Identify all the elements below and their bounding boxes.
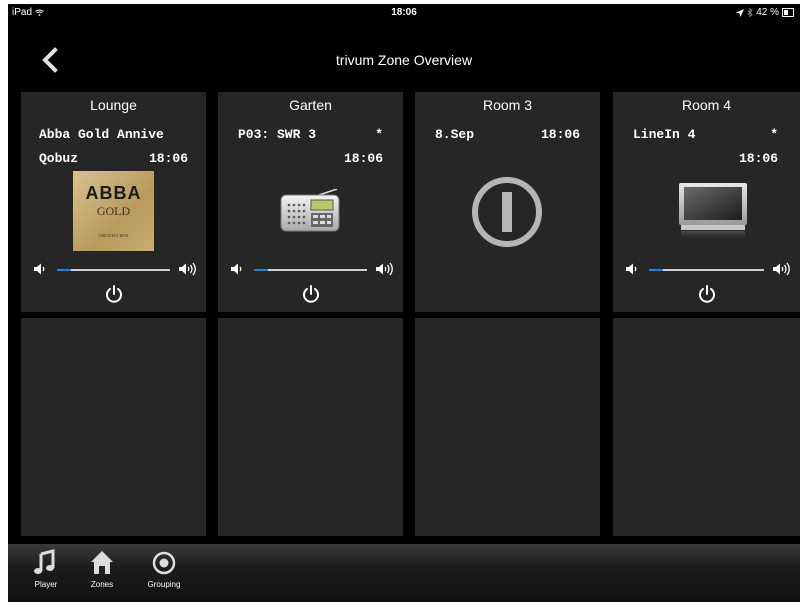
volume-row — [218, 260, 403, 280]
ipad-screen: iPad 18:06 42 % trivum Zone Overview Lou… — [8, 4, 800, 602]
empty-zone-tile[interactable] — [21, 318, 206, 536]
empty-zone-tile[interactable] — [415, 318, 600, 536]
target-icon — [152, 551, 176, 575]
zone-line1-left: Abba Gold Annive — [39, 127, 164, 142]
volume-up-icon[interactable] — [375, 262, 397, 276]
page-title: trivum Zone Overview — [335, 52, 473, 68]
status-time: 18:06 — [391, 7, 417, 18]
power-button[interactable] — [697, 284, 717, 304]
tv-icon — [679, 183, 747, 241]
zone-line2-left: Qobuz — [39, 151, 79, 166]
zone-line1-left: P03: SWR 3 — [238, 127, 317, 142]
volume-down-icon[interactable] — [625, 262, 639, 276]
volume-slider[interactable] — [57, 269, 170, 271]
tab-label: Player — [34, 580, 58, 589]
volume-row — [613, 260, 800, 280]
volume-level — [649, 269, 663, 271]
power-button[interactable] — [104, 284, 124, 304]
music-note-icon — [34, 549, 55, 574]
album-subtitle-text: GOLD — [96, 204, 131, 218]
zone-name: Garten — [289, 97, 332, 113]
tab-zones[interactable]: Zones — [80, 544, 124, 602]
zone-name: Room 3 — [482, 97, 533, 113]
volume-slider[interactable] — [649, 269, 764, 271]
zone-tile-garten[interactable]: Garten P03: SWR 3 * 18:06 — [218, 92, 403, 312]
nav-bar: trivum Zone Overview — [8, 24, 800, 94]
album-small-text: GREATEST HITS — [98, 233, 129, 238]
bluetooth-icon — [747, 8, 753, 17]
zone-tile-room-4[interactable]: Room 4 LineIn 4 * 18:06 — [613, 92, 800, 312]
zone-line1-right: * — [375, 127, 383, 142]
house-icon — [91, 551, 113, 574]
zone-line1-right: 18:06 — [540, 127, 580, 142]
empty-zone-tile[interactable] — [613, 318, 800, 536]
tab-label: Grouping — [147, 580, 181, 589]
volume-up-icon[interactable] — [772, 262, 794, 276]
zone-line2-right: 18:06 — [343, 151, 383, 166]
volume-up-icon[interactable] — [178, 262, 200, 276]
zone-line1-left: 8.Sep — [435, 127, 475, 142]
status-bar: iPad 18:06 42 % — [8, 4, 800, 22]
abba-gold-album-cover: ABBA GOLD GREATEST HITS — [73, 171, 154, 251]
location-arrow-icon — [736, 8, 745, 17]
tab-player[interactable]: Player — [24, 544, 68, 602]
zone-name: Room 4 — [681, 97, 732, 113]
zone-line2-right: 18:06 — [148, 151, 188, 166]
volume-slider[interactable] — [254, 269, 367, 271]
zone-tile-lounge[interactable]: Lounge Abba Gold Annive Qobuz 18:06 ABBA… — [21, 92, 206, 312]
tab-label: Zones — [90, 580, 114, 589]
zone-line1-left: LineIn 4 — [633, 127, 696, 142]
battery-icon — [782, 8, 794, 17]
volume-down-icon[interactable] — [33, 262, 47, 276]
tab-bar: Player Zones Grouping — [8, 544, 800, 602]
volume-level — [254, 269, 268, 271]
volume-level — [57, 269, 71, 271]
zone-name: Lounge — [90, 97, 137, 113]
radio-icon — [280, 189, 340, 232]
battery-percent: 42 % — [756, 7, 779, 18]
empty-zone-tile[interactable] — [218, 318, 403, 536]
power-off-icon[interactable] — [471, 176, 543, 248]
zone-line1-right: * — [770, 127, 778, 142]
zone-tile-room-3[interactable]: Room 3 8.Sep 18:06 — [415, 92, 600, 312]
tab-grouping[interactable]: Grouping — [142, 544, 186, 602]
power-button[interactable] — [301, 284, 321, 304]
zone-line2-right: 18:06 — [738, 151, 778, 166]
volume-row — [21, 260, 206, 280]
album-title-text: ABBA — [85, 183, 142, 203]
volume-down-icon[interactable] — [230, 262, 244, 276]
status-right: 42 % — [736, 7, 794, 18]
